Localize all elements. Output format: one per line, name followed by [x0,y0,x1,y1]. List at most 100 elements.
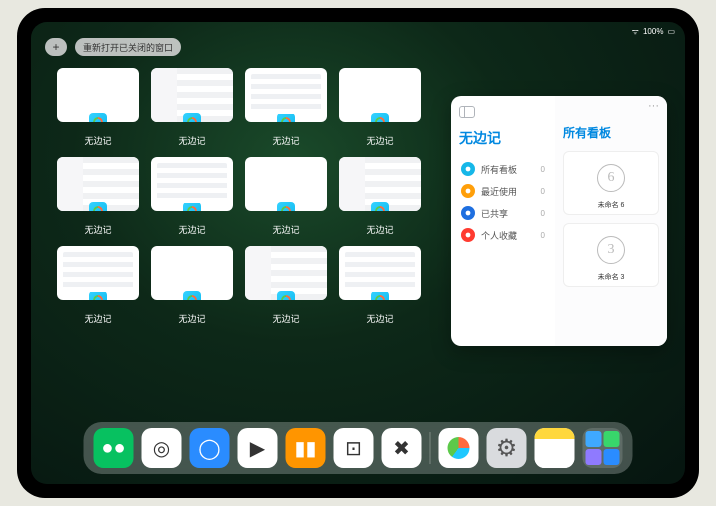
app-switcher-card[interactable]: 无边记 [245,157,327,236]
app-card-label: 无边记 [272,223,299,236]
sidebar-item-icon [461,206,475,220]
ipad-screen: ᯤ 100% ▭ + 重新打开已关闭的窗口 无边记无边记无边记无边记无边记无边记… [31,22,685,484]
app-card-label: 无边记 [366,223,393,236]
status-bar: ᯤ 100% ▭ [632,26,675,37]
board-card[interactable]: 6未命名 6 [563,151,659,215]
app-switcher-card[interactable]: 无边记 [151,157,233,236]
window-thumbnail [339,157,421,211]
battery-label: 100% [643,27,663,36]
window-thumbnail [57,246,139,300]
dock-app-qqbrowser[interactable]: ◯ [190,428,230,468]
dock: ●● ◎ ◯ ▶ ▮▮ ⊡ ✖ ⚙ [84,422,633,474]
books-icon: ▮▮ [294,436,316,461]
sidebar-item-label: 已共享 [481,207,508,220]
dock-app-quark[interactable]: ◎ [142,428,182,468]
freeform-icon [183,291,201,300]
freeform-sidebar: 无边记 所有看板0最近使用0已共享0个人收藏0 [451,96,555,346]
dock-app-library[interactable] [583,428,623,468]
wifi-icon: ᯤ [632,26,639,37]
board-card[interactable]: 3未命名 3 [563,223,659,287]
freeform-icon [371,202,389,211]
freeform-icon [89,202,107,211]
dock-app-settings[interactable]: ⚙ [487,428,527,468]
app-switcher-card[interactable]: 无边记 [245,68,327,147]
sidebar-item[interactable]: 个人收藏0 [459,224,547,246]
sidebar-item-count: 0 [541,187,545,196]
app-switcher-card[interactable]: 无边记 [57,68,139,147]
board-label: 未命名 6 [568,200,654,210]
sidebar-item-icon [461,162,475,176]
window-thumbnail [57,157,139,211]
wechat-icon: ●● [101,437,125,460]
dock-app-dice[interactable]: ⊡ [334,428,374,468]
app-card-label: 无边记 [84,312,111,325]
freeform-icon [89,113,107,122]
reopen-closed-window-button[interactable]: 重新打开已关闭的窗口 [75,38,181,56]
app-switcher-card[interactable]: 无边记 [339,246,421,325]
dock-app-notes[interactable] [535,428,575,468]
app-switcher-card[interactable]: 无边记 [151,68,233,147]
app-card-label: 无边记 [84,134,111,147]
app-switcher-card[interactable]: 无边记 [339,157,421,236]
app-switcher-card[interactable]: 无边记 [151,246,233,325]
qqbrowser-icon: ◯ [198,436,220,461]
top-controls: + 重新打开已关闭的窗口 [45,38,181,56]
sidebar-title: 无边记 [459,128,547,148]
play-icon: ▶ [250,436,265,461]
app-card-label: 无边记 [366,312,393,325]
ipad-device-frame: ᯤ 100% ▭ + 重新打开已关闭的窗口 无边记无边记无边记无边记无边记无边记… [17,8,699,498]
dice-icon: ⊡ [345,436,362,461]
sidebar-item-count: 0 [541,209,545,218]
sidebar-item[interactable]: 最近使用0 [459,180,547,202]
freeform-icon [277,202,295,211]
freeform-icon [277,113,295,122]
window-thumbnail [57,68,139,122]
window-thumbnail [339,68,421,122]
freeform-icon [89,291,107,300]
app-card-label: 无边记 [178,312,205,325]
window-thumbnail [245,157,327,211]
dock-app-connect[interactable]: ✖ [382,428,422,468]
board-thumbnail: 6 [568,156,654,200]
app-switcher-card[interactable]: 无边记 [339,68,421,147]
app-card-label: 无边记 [272,312,299,325]
gear-icon: ⚙ [496,434,518,463]
window-thumbnail [245,68,327,122]
content-title: 所有看板 [563,124,659,141]
notes-icon [535,428,575,468]
freeform-app-window[interactable]: ··· 无边记 所有看板0最近使用0已共享0个人收藏0 所有看板 6未命名 63… [451,96,667,346]
sidebar-toggle-icon[interactable] [459,106,475,118]
sidebar-item-label: 所有看板 [481,163,517,176]
dock-app-books[interactable]: ▮▮ [286,428,326,468]
dock-app-freeform[interactable] [439,428,479,468]
sidebar-item-count: 0 [541,165,545,174]
window-thumbnail [151,157,233,211]
connect-icon: ✖ [393,436,410,461]
board-thumbnail: 3 [568,228,654,272]
dock-separator [430,432,431,464]
app-card-label: 无边记 [178,134,205,147]
app-card-label: 无边记 [366,134,393,147]
sidebar-item[interactable]: 已共享 0 [459,202,547,224]
window-thumbnail [151,68,233,122]
sidebar-item-icon [461,228,475,242]
freeform-icon [183,113,201,122]
window-thumbnail [151,246,233,300]
freeform-content: 所有看板 6未命名 6 3未命名 3 [555,96,667,346]
dock-app-wechat[interactable]: ●● [94,428,134,468]
quark-icon: ◎ [153,436,170,461]
app-switcher-grid: 无边记无边记无边记无边记无边记无边记无边记无边记无边记无边记无边记无边记 [57,68,421,325]
app-card-label: 无边记 [84,223,111,236]
app-switcher-card[interactable]: 无边记 [245,246,327,325]
sidebar-item[interactable]: 所有看板 0 [459,158,547,180]
app-switcher-card[interactable]: 无边记 [57,157,139,236]
freeform-icon [448,437,470,459]
dock-app-play[interactable]: ▶ [238,428,278,468]
app-card-label: 无边记 [178,223,205,236]
sidebar-item-label: 个人收藏 [481,229,517,242]
window-more-icon[interactable]: ··· [648,100,659,112]
new-window-button[interactable]: + [45,38,67,56]
battery-icon: ▭ [667,27,675,36]
app-switcher-card[interactable]: 无边记 [57,246,139,325]
freeform-icon [371,291,389,300]
